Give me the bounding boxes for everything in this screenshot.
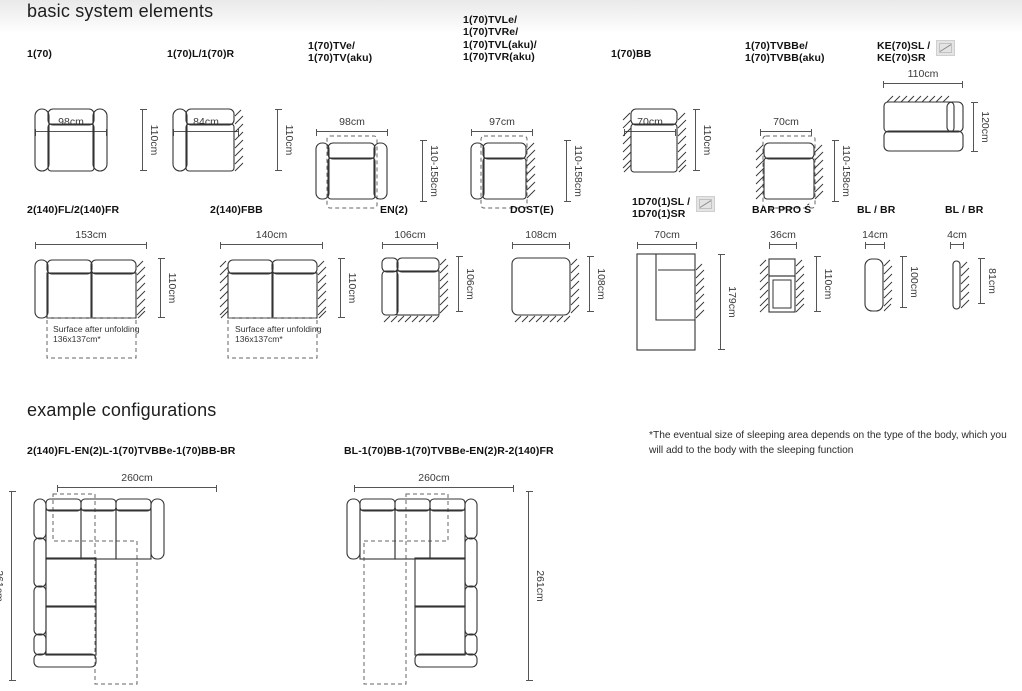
element-drawing [34, 259, 146, 359]
configuration-right: BL-1(70)BB-1(70)TVBBe-EN(2)R-2(140)FR 26… [344, 445, 554, 685]
height-value: 261cm [0, 570, 5, 602]
height-value: 110cm [822, 268, 834, 300]
width-value: 153cm [75, 229, 107, 241]
height-value: 110-158cm [572, 145, 584, 197]
configuration-label: 2(140)FL-EN(2)L-1(70)TVBBe-1(70)BB-BR [27, 445, 236, 457]
element-drawing [622, 108, 687, 173]
element-drawing [883, 95, 964, 152]
element-1d70-1: 1D70(1)SL / 1D70(1)SR 70cm 179cm [632, 196, 738, 351]
element-drawing [952, 260, 970, 310]
element-label: 1(70)L/1(70)R [167, 48, 235, 60]
element-label: BL / BR [945, 204, 984, 216]
element-bl-br-14: BL / BR 14cm 100cm [857, 204, 920, 312]
height-value: 108cm [595, 268, 607, 300]
element-1-70-tvbbe: 1(70)TVBBe/ 1(70)TVBB(aku) 70cm 110-158c… [745, 40, 852, 209]
reclining-function-icon [936, 40, 956, 56]
height-value: 110cm [283, 124, 295, 156]
element-1-70-tvle: 1(70)TVLe/ 1(70)TVRe/ 1(70)TVL(aku)/ 1(7… [463, 14, 584, 209]
element-label: 1(70)TVe/ 1(70)TV(aku) [308, 40, 373, 65]
footnote-text: *The eventual size of sleeping area depe… [649, 430, 1007, 456]
height-value: 110-158cm [840, 145, 852, 197]
height-value: 100cm [908, 266, 920, 298]
height-value: 179cm [726, 286, 738, 318]
element-2-140-fbb: 2(140)FBB 140cm 110cm Surface after unfo… [210, 204, 358, 359]
element-1-70-bb: 1(70)BB 70cm 110cm [611, 48, 713, 173]
height-value: 110cm [346, 272, 358, 304]
width-value: 106cm [394, 229, 426, 241]
section-title-examples: example configurations [27, 400, 217, 420]
element-drawing [315, 135, 388, 209]
element-1-70-lr: 1(70)L/1(70)R 84cm 110cm [167, 48, 295, 172]
element-en-2: EN(2) 106cm 106cm [380, 204, 476, 323]
element-bl-br-4: BL / BR 4cm 81cm [945, 204, 998, 310]
configuration-label: BL-1(70)BB-1(70)TVBBe-EN(2)R-2(140)FR [344, 445, 554, 457]
element-label: 2(140)FL/2(140)FR [27, 204, 120, 216]
height-value: 110cm [148, 124, 160, 156]
element-label: 1(70) [27, 48, 53, 60]
element-2-140-flfr: 2(140)FL/2(140)FR 153cm 110cm Surface af… [27, 204, 178, 359]
element-label: 1(70)TVBBe/ 1(70)TVBB(aku) [745, 40, 825, 65]
element-bar-pro: BAR PRO Ś 36cm 110cm [752, 204, 834, 313]
section-title-basic: basic system elements [27, 1, 214, 21]
element-label: DOST(E) [510, 204, 554, 216]
element-label: BL / BR [857, 204, 896, 216]
width-value: 108cm [525, 229, 557, 241]
configuration-left: 2(140)FL-EN(2)L-1(70)TVBBe-1(70)BB-BR 26… [0, 445, 236, 685]
height-value: 106cm [464, 268, 476, 300]
width-value: 140cm [255, 229, 288, 241]
reclining-function-icon [696, 196, 716, 212]
unfold-note: Surface after unfolding 136x137cm* [235, 324, 322, 345]
element-label: 1D70(1)SL / 1D70(1)SR [632, 196, 691, 221]
element-label: 2(140)FBB [210, 204, 263, 216]
element-label: BAR PRO Ś [752, 204, 812, 216]
element-drawing [172, 108, 244, 172]
configuration-drawing [346, 493, 478, 685]
element-drawing [34, 108, 108, 172]
width-value: 4cm [947, 229, 967, 241]
width-value: 36cm [770, 229, 796, 241]
height-value: 120cm [979, 111, 991, 143]
width-value: 70cm [654, 229, 680, 241]
element-1-70: 1(70) 98cm 110cm [27, 48, 160, 172]
element-drawing [219, 259, 327, 359]
width-value: 14cm [862, 229, 888, 241]
element-label: EN(2) [380, 204, 408, 216]
height-value: 110cm [701, 124, 713, 156]
element-1-70-tve: 1(70)TVe/ 1(70)TV(aku) 98cm 110-158cm [308, 40, 440, 209]
height-value: 110cm [166, 272, 178, 304]
height-value: 81cm [986, 268, 998, 294]
width-value: 110cm [907, 68, 939, 80]
element-ke-70: KE(70)SL / KE(70)SR 110cm 120cm [877, 40, 991, 153]
height-value: 110-158cm [428, 145, 440, 197]
configuration-drawing [33, 493, 165, 685]
width-value: 260cm [121, 472, 153, 484]
unfold-note: Surface after unfolding 136x137cm* [53, 324, 140, 345]
element-label: 1(70)BB [611, 48, 652, 60]
width-value: 260cm [418, 472, 450, 484]
element-label: KE(70)SL / KE(70)SR [877, 40, 931, 65]
element-dost-e: DOST(E) 108cm 108cm [510, 204, 607, 323]
element-label: 1(70)TVLe/ 1(70)TVRe/ 1(70)TVL(aku)/ 1(7… [463, 14, 537, 64]
element-drawing [470, 135, 536, 209]
element-drawing [755, 135, 824, 209]
